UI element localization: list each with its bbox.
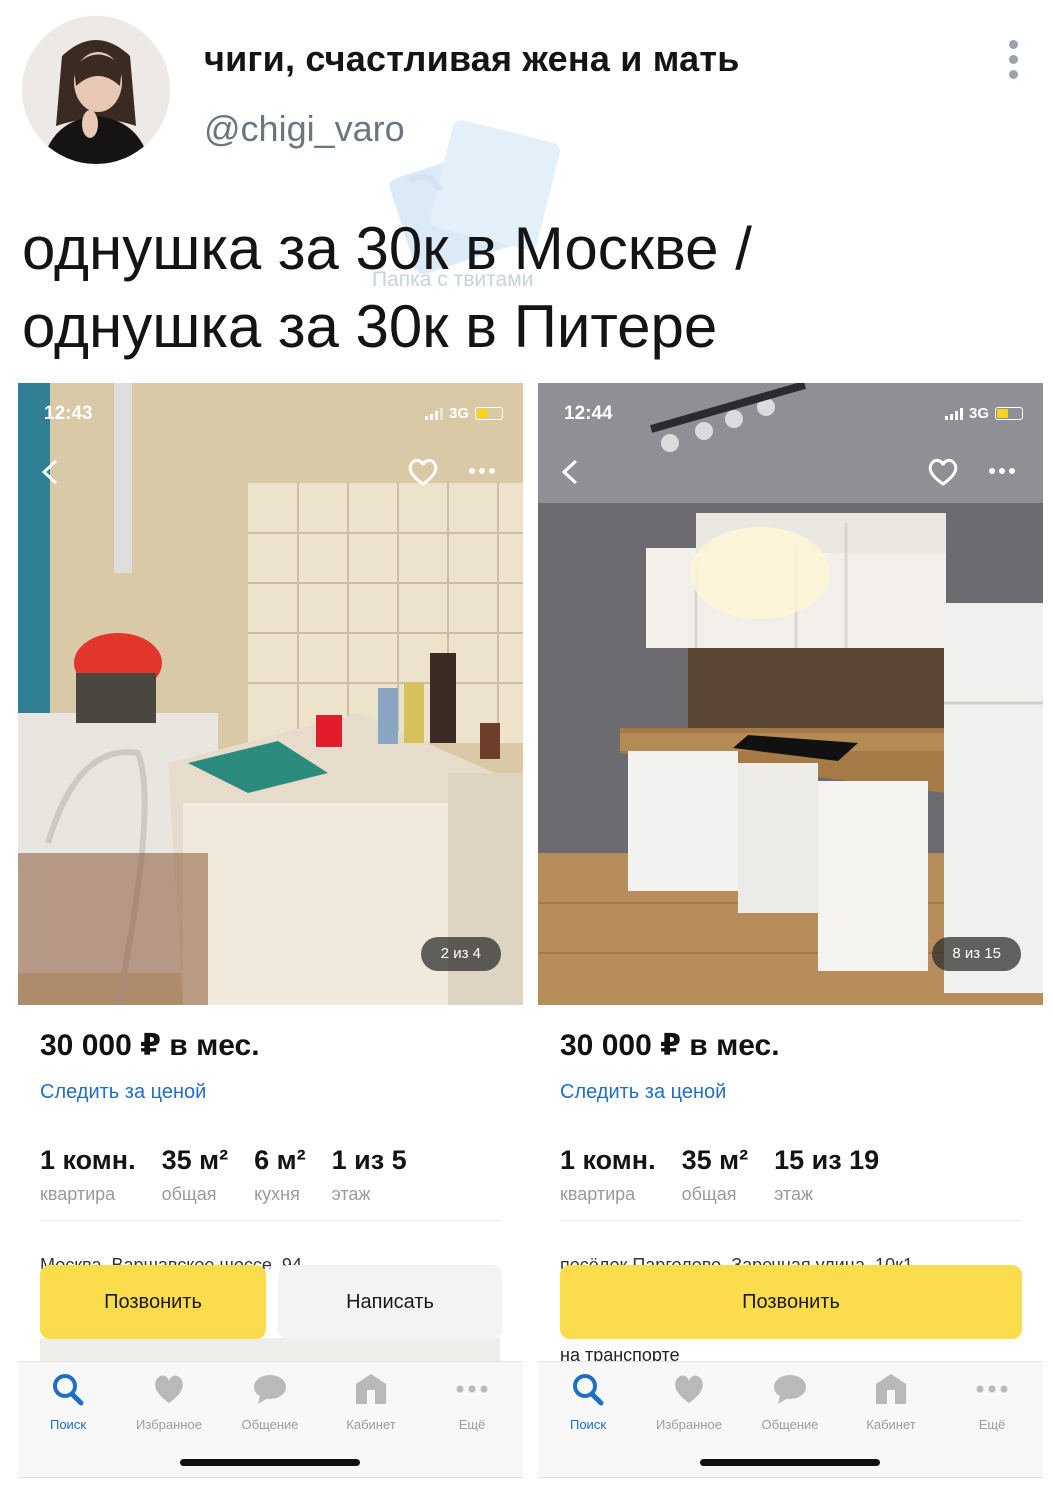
- listing-photo[interactable]: 12:44 3G 8 из 15: [538, 383, 1043, 1005]
- dots-icon: [976, 1385, 1008, 1393]
- call-button[interactable]: Позвонить: [40, 1265, 266, 1339]
- tab-search[interactable]: Поиск: [18, 1372, 118, 1432]
- signal-icon: [424, 407, 443, 420]
- bottom-tab-bar: Поиск Избранное Общение Кабинет Ещё: [538, 1361, 1043, 1477]
- tab-label: Избранное: [656, 1417, 722, 1432]
- tab-label: Кабинет: [346, 1417, 396, 1432]
- tab-more[interactable]: Ещё: [422, 1372, 522, 1432]
- stat-kitchen: 6 м² кухня: [254, 1145, 305, 1205]
- chat-icon: [254, 1375, 286, 1404]
- tab-label: Поиск: [569, 1417, 607, 1432]
- stat-value: 35 м²: [681, 1145, 749, 1175]
- tab-chat[interactable]: Общение: [220, 1372, 320, 1432]
- home-indicator[interactable]: [180, 1459, 360, 1466]
- stat-value: 15 из 19: [774, 1145, 880, 1175]
- display-name[interactable]: чиги, счастливая жена и мать: [204, 38, 740, 80]
- tab-cabinet[interactable]: Кабинет: [841, 1372, 941, 1432]
- tab-label: Кабинет: [866, 1417, 916, 1432]
- dots-icon: [456, 1385, 488, 1393]
- listing-screenshot-moscow: 12:43 3G 2 из 4 30 000 ₽ в мес. Следить …: [18, 383, 523, 1478]
- write-button[interactable]: Написать: [278, 1265, 502, 1339]
- price: 30 000 ₽ в мес.: [560, 1029, 780, 1062]
- follow-price-link[interactable]: Следить за ценой: [40, 1081, 206, 1104]
- stat-label: квартира: [560, 1184, 636, 1204]
- tweet-text-line-1: однушка за 30к в Москве /: [22, 215, 752, 282]
- avatar[interactable]: [22, 16, 170, 164]
- search-icon: [573, 1374, 604, 1406]
- stat-value: 6 м²: [254, 1145, 306, 1175]
- listing-photo[interactable]: 12:43 3G 2 из 4: [18, 383, 523, 1005]
- price: 30 000 ₽ в мес.: [40, 1029, 260, 1062]
- status-time: 12:43: [44, 403, 93, 424]
- map-preview[interactable]: [40, 1338, 500, 1362]
- battery-icon: [995, 407, 1023, 420]
- tab-label: Поиск: [49, 1417, 87, 1432]
- tab-favorites[interactable]: Избранное: [639, 1372, 739, 1432]
- home-icon: [876, 1374, 906, 1404]
- more-options-icon[interactable]: [1000, 40, 1026, 80]
- status-indicators: 3G: [424, 405, 503, 422]
- tab-search[interactable]: Поиск: [538, 1372, 638, 1432]
- tab-cabinet[interactable]: Кабинет: [321, 1372, 421, 1432]
- signal-icon: [944, 407, 963, 420]
- status-time: 12:44: [564, 403, 613, 424]
- favorite-heart-icon[interactable]: [406, 457, 440, 487]
- tab-label: Ещё: [978, 1417, 1006, 1432]
- network-type: 3G: [448, 405, 469, 422]
- stat-area: 35 м² общая: [682, 1145, 749, 1205]
- network-type: 3G: [968, 405, 989, 422]
- stat-value: 1 комн.: [40, 1145, 136, 1175]
- stat-value: 35 м²: [161, 1145, 229, 1175]
- tab-label: Общение: [761, 1417, 819, 1432]
- listing-screenshot-spb: 12:44 3G 8 из 15 30 000 ₽ в мес. Следить…: [538, 383, 1043, 1478]
- stat-label: общая: [681, 1184, 737, 1204]
- stat-value: 1 комн.: [560, 1145, 656, 1175]
- home-indicator[interactable]: [700, 1459, 880, 1466]
- photo-counter: 8 из 15: [932, 937, 1021, 971]
- tab-favorites[interactable]: Избранное: [119, 1372, 219, 1432]
- listing-stats: 1 комн. квартира 35 м² общая 6 м² кухня 1 и…: [40, 1145, 407, 1205]
- tab-chat[interactable]: Общение: [740, 1372, 840, 1432]
- favorite-heart-icon[interactable]: [926, 457, 960, 487]
- stat-label: этаж: [331, 1184, 371, 1204]
- stat-rooms: 1 комн. квартира: [560, 1145, 656, 1205]
- more-menu-icon[interactable]: [988, 467, 1016, 475]
- bottom-tab-bar: Поиск Избранное Общение Кабинет Ещё: [18, 1361, 523, 1477]
- divider: [40, 1220, 501, 1221]
- battery-icon: [475, 407, 503, 420]
- heart-icon: [675, 1375, 703, 1403]
- more-menu-icon[interactable]: [468, 467, 496, 475]
- call-button[interactable]: Позвонить: [560, 1265, 1022, 1339]
- listing-stats: 1 комн. квартира 35 м² общая 15 из 19 этаж: [560, 1145, 879, 1205]
- stat-label: общая: [161, 1184, 217, 1204]
- tweet-text: однушка за 30к в Москве / однушка за 30к…: [22, 210, 1022, 366]
- stat-rooms: 1 комн. квартира: [40, 1145, 136, 1205]
- tab-label: Общение: [241, 1417, 299, 1432]
- stat-label: кухня: [254, 1184, 300, 1204]
- status-indicators: 3G: [944, 405, 1023, 422]
- stat-label: этаж: [774, 1184, 813, 1204]
- heart-icon: [155, 1375, 183, 1403]
- tweet-header: чиги, счастливая жена и мать @chigi_varo: [0, 0, 1053, 275]
- stat-floor: 1 из 5 этаж: [332, 1145, 407, 1205]
- back-chevron-icon[interactable]: [560, 459, 582, 485]
- back-chevron-icon[interactable]: [40, 459, 62, 485]
- tab-label: Ещё: [458, 1417, 486, 1432]
- stat-value: 1 из 5: [331, 1145, 407, 1175]
- stat-floor: 15 из 19 этаж: [774, 1145, 879, 1205]
- stat-label: квартира: [40, 1184, 116, 1204]
- chat-icon: [774, 1375, 806, 1404]
- photo-counter: 2 из 4: [420, 937, 501, 971]
- tab-more[interactable]: Ещё: [942, 1372, 1042, 1432]
- follow-price-link[interactable]: Следить за ценой: [560, 1081, 726, 1104]
- tweet-text-line-2: однушка за 30к в Питере: [22, 293, 718, 360]
- search-icon: [53, 1374, 84, 1406]
- stat-area: 35 м² общая: [162, 1145, 229, 1205]
- tab-label: Избранное: [136, 1417, 202, 1432]
- home-icon: [356, 1374, 386, 1404]
- divider: [560, 1220, 1021, 1221]
